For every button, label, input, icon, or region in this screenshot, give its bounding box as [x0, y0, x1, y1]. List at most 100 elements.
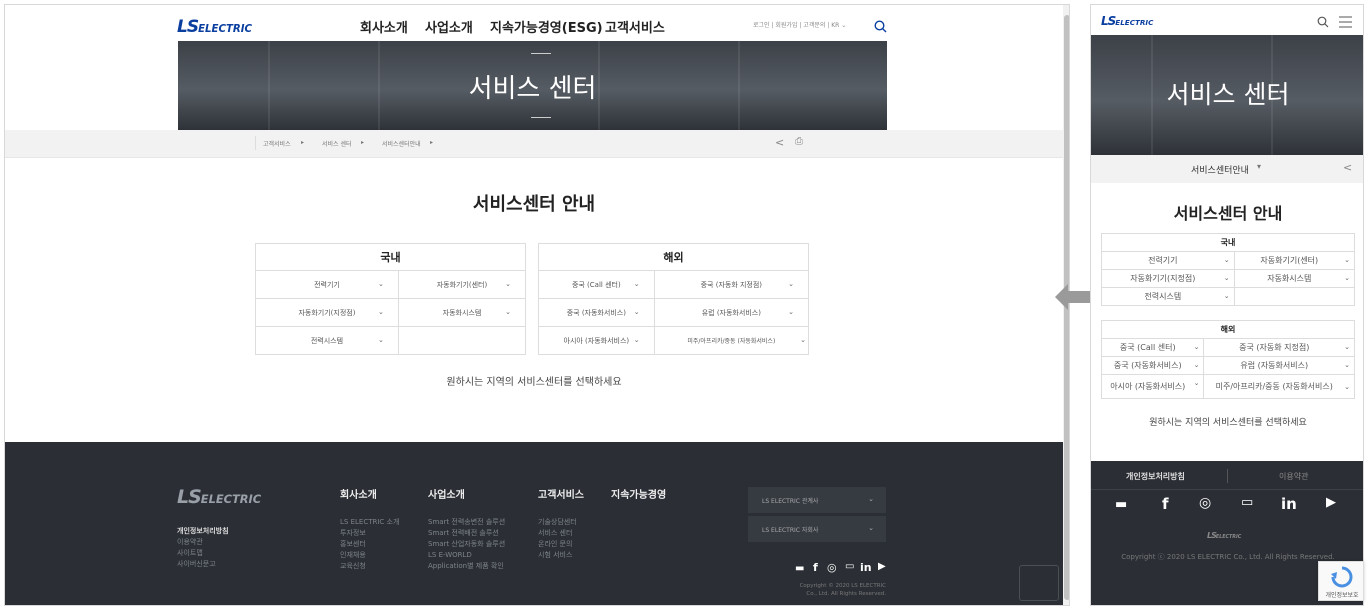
chevron-down-icon: ⌄ [633, 336, 640, 344]
footer-link[interactable]: LS E-WORLD [428, 550, 505, 561]
chevron-down-icon: ⌄ [1344, 361, 1350, 369]
region-select[interactable]: 자동화기기(센터) ⌄ [397, 270, 527, 299]
region-select[interactable]: 자동화시스템 ⌄ [397, 298, 527, 327]
region-select[interactable]: 유럽 (자동화서비스) ⌄ [653, 298, 810, 327]
nav-customer[interactable]: 고객서비스 [605, 17, 665, 36]
search-icon[interactable] [874, 18, 887, 33]
region-select[interactable]: 아시아 (자동화서비스) ⌄ [1100, 374, 1205, 399]
footer-link[interactable]: 서비스 센터 [538, 528, 577, 539]
footer-col-head[interactable]: 고객서비스 [538, 486, 584, 501]
report-link[interactable]: 사이버신문고 [177, 559, 229, 570]
region-select[interactable]: 자동화기기(센터) ⌄ [1233, 251, 1356, 270]
region-select[interactable]: 자동화기기(지정점) ⌄ [255, 298, 399, 327]
footer-link[interactable]: 교육신청 [340, 561, 399, 572]
blog-icon[interactable]: ▭ [1241, 495, 1253, 510]
chevron-down-icon: ▾ [1257, 162, 1262, 171]
share-icon[interactable]: < [1343, 161, 1352, 174]
region-select[interactable]: 중국 (Call 센터) ⌄ [1100, 338, 1205, 357]
menu-icon[interactable] [1339, 13, 1352, 32]
footer-link[interactable]: 기술상담센터 [538, 517, 577, 528]
region-select[interactable]: 유럽 (자동화서비스) ⌄ [1203, 356, 1355, 375]
sitemap-link[interactable]: 사이트맵 [177, 548, 229, 559]
youtube-icon[interactable]: ▬ [1115, 497, 1127, 512]
chevron-down-icon: ⌄ [1223, 274, 1230, 282]
overseas-table: 해외 중국 (Call 센터) ⌄ 중국 (자동화 지정점) ⌄ 중국 (자동화서비… [538, 243, 810, 355]
footer-link[interactable]: Smart 산업자동화 솔루션 [428, 539, 505, 550]
domestic-header: 국내 [255, 243, 526, 271]
region-select[interactable]: 아시아 (자동화서비스) ⌄ [538, 326, 655, 355]
region-select[interactable]: 중국 (자동화 지정점) ⌄ [653, 270, 810, 299]
facebook-icon[interactable]: f [813, 561, 818, 574]
footer-link[interactable]: Application별 제품 확인 [428, 561, 505, 572]
footer-link[interactable]: 홍보센터 [340, 539, 399, 550]
subsidiary-select[interactable]: LS ELECTRIC 자회사 ⌄ [748, 516, 886, 542]
footer-link[interactable]: 시험 서비스 [538, 550, 577, 561]
nav-company[interactable]: 회사소개 [360, 17, 408, 36]
mobile-help-text: 원하시는 지역의 서비스센터를 선택하세요 [1149, 418, 1307, 428]
region-select[interactable]: 중국 (자동화 지정점) ⌄ [1203, 338, 1355, 357]
footer-col-head[interactable]: 지속가능경영 [611, 486, 666, 501]
footer-link[interactable]: 온라인 문의 [538, 539, 577, 550]
breadcrumb-item[interactable]: 서비스센터안내 [382, 139, 421, 148]
chevron-down-icon: ⌄ [1193, 343, 1200, 351]
play-icon[interactable]: ▶ [878, 561, 886, 572]
footer-link[interactable]: Smart 전력송변전 솔루션 [428, 517, 505, 528]
top-button[interactable] [1019, 565, 1059, 601]
nav-esg[interactable]: 지속가능경영(ESG) [490, 17, 603, 36]
chevron-down-icon: ⌄ [1193, 361, 1200, 369]
footer-col: LS ELECTRIC 소개 투자정보 홍보센터 인재채용 교육신청 [340, 517, 399, 572]
search-icon[interactable] [1317, 13, 1329, 32]
region-select[interactable]: 전력시스템 ⌄ [1101, 287, 1235, 306]
region-select[interactable]: 전력기기 ⌄ [255, 270, 399, 299]
help-text: 원하시는 지역의 서비스센터를 선택하세요 [446, 377, 622, 388]
region-select[interactable]: 미주/아프리카/중동 (자동화서비스) ⌄ [653, 326, 810, 355]
share-icon[interactable]: < [775, 136, 784, 149]
util-links[interactable]: 로그인 | 회원가입 | 고객문의 | KR ⌄ [753, 20, 846, 29]
footer-link[interactable]: 투자정보 [340, 528, 399, 539]
region-select[interactable]: 중국 (자동화서비스) ⌄ [538, 298, 655, 327]
linkedin-icon[interactable]: in [860, 561, 872, 574]
region-select[interactable]: 자동화기기(지정점) ⌄ [1101, 269, 1235, 288]
terms-link[interactable]: 이용약관 [177, 537, 229, 548]
recaptcha-badge[interactable]: 개인정보보호 [1318, 561, 1364, 601]
privacy-link[interactable]: 개인정보처리방침 [1126, 471, 1185, 482]
site-logo[interactable]: LSELECTRIC [177, 17, 252, 37]
instagram-icon[interactable]: ◎ [1199, 495, 1211, 511]
hero-title: 서비스 센터 [468, 74, 597, 104]
footer-link[interactable]: 인재채용 [340, 550, 399, 561]
region-select[interactable]: 미주/아프리카/중동 (자동화서비스) ⌄ [1203, 374, 1355, 399]
breadcrumb-item[interactable]: 고객서비스 [263, 139, 291, 148]
region-select[interactable]: 중국 (자동화서비스) ⌄ [1100, 356, 1205, 375]
print-icon[interactable]: ⎙ [795, 136, 803, 147]
youtube-icon[interactable]: ▬ [795, 563, 804, 574]
facebook-icon[interactable]: f [1162, 495, 1169, 513]
chevron-down-icon: ⌄ [1223, 256, 1230, 264]
mobile-logo[interactable]: LSELECTRIC [1101, 14, 1153, 28]
instagram-icon[interactable]: ◎ [827, 561, 837, 574]
affiliate-select[interactable]: LS ELECTRIC 관계사 ⌄ [748, 487, 886, 513]
privacy-link[interactable]: 개인정보처리방침 [177, 526, 229, 537]
page-select[interactable]: 서비스센터안내 ▾ < [1091, 155, 1363, 183]
play-icon[interactable]: ▶ [1326, 495, 1336, 510]
region-select[interactable]: 중국 (Call 센터) ⌄ [538, 270, 655, 299]
footer-link[interactable]: Smart 전력배전 솔루션 [428, 528, 505, 539]
chevron-down-icon: ⌄ [1344, 256, 1350, 264]
chevron-down-icon: ⌄ [1344, 274, 1350, 282]
hero-banner: 서비스 센터 [178, 41, 887, 130]
footer-link[interactable]: LS ELECTRIC 소개 [340, 517, 399, 528]
footer-col-head[interactable]: 사업소개 [428, 486, 465, 501]
footer-left-links: 개인정보처리방침 이용약관 사이트맵 사이버신문고 [177, 526, 229, 570]
mobile-page-title: 서비스센터 안내 [1173, 204, 1283, 223]
empty-cell [1233, 287, 1356, 306]
linkedin-icon[interactable]: in [1281, 495, 1297, 513]
chevron-down-icon: ⌄ [378, 336, 384, 344]
mobile-hero-title: 서비스 센터 [1166, 80, 1290, 109]
footer-col-head[interactable]: 회사소개 [340, 486, 377, 501]
region-select[interactable]: 자동화시스템 ⌄ [1233, 269, 1356, 288]
blog-icon[interactable]: ▭ [845, 561, 854, 572]
region-select[interactable]: 전력기기 ⌄ [1101, 251, 1235, 270]
breadcrumb-item[interactable]: 서비스 센터 [322, 139, 352, 148]
terms-link[interactable]: 이용약관 [1279, 471, 1308, 482]
region-select[interactable]: 전력시스템 ⌄ [255, 326, 399, 355]
nav-business[interactable]: 사업소개 [425, 17, 473, 36]
